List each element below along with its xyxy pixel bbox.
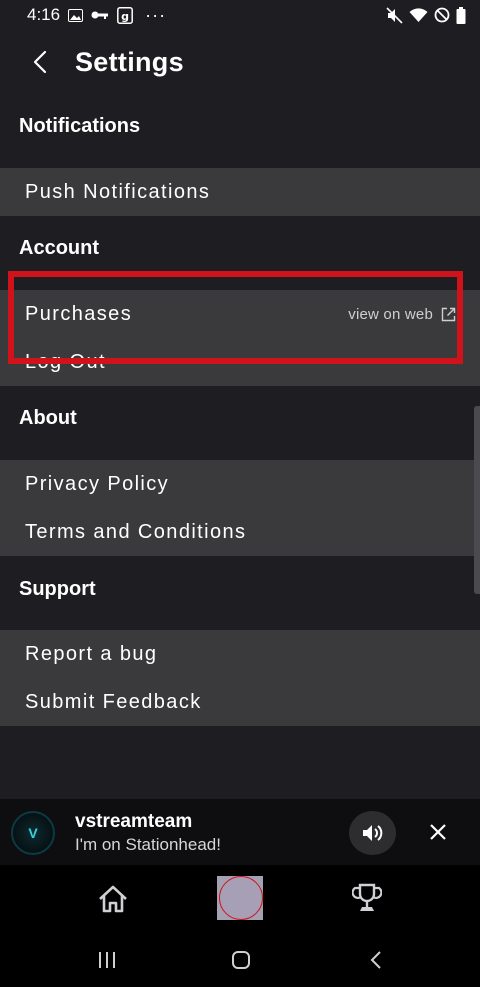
volume-button[interactable] — [349, 811, 396, 855]
battery-icon — [456, 6, 466, 24]
back-arrow-icon — [370, 951, 381, 969]
station-status: I'm on Stationhead! — [75, 835, 221, 854]
now-playing-bar[interactable]: V vstreamteam I'm on Stationhead! — [0, 799, 480, 865]
mute-icon — [386, 6, 403, 24]
avatar-letter: V — [28, 825, 38, 841]
purchases-label: Purchases — [25, 302, 133, 325]
more-notifications-icon: ··· — [145, 4, 167, 25]
view-on-web-label: view on web — [348, 305, 433, 323]
close-icon — [430, 824, 446, 840]
chevron-left-icon — [33, 50, 47, 74]
about-group: Privacy Policy Terms and Conditions — [0, 460, 480, 556]
trophy-icon — [352, 883, 382, 911]
home-square-icon — [232, 951, 250, 969]
recents-button[interactable] — [95, 948, 119, 972]
purchases-row[interactable]: Purchases view on web — [0, 290, 480, 338]
section-title-account: Account — [19, 237, 99, 259]
status-left: 4:16 g ··· — [27, 5, 166, 26]
back-system-button[interactable] — [364, 948, 388, 972]
volume-icon — [362, 825, 382, 841]
gallery-icon — [68, 8, 84, 22]
trophy-tab[interactable] — [350, 880, 384, 916]
support-group: Report a bug Submit Feedback — [0, 630, 480, 726]
avatar[interactable]: V — [11, 811, 55, 855]
status-time: 4:16 — [27, 5, 61, 24]
privacy-policy-row[interactable]: Privacy Policy — [0, 460, 480, 508]
page-title: Settings — [75, 46, 184, 77]
section-title-notifications: Notifications — [19, 115, 141, 137]
blocked-icon — [434, 7, 450, 23]
record-button-icon — [219, 876, 263, 920]
now-playing-texts: vstreamteam I'm on Stationhead! — [75, 811, 221, 857]
status-bar: 4:16 g ··· — [0, 0, 480, 30]
account-group: Purchases view on web Log Out — [0, 290, 480, 386]
report-bug-row[interactable]: Report a bug — [0, 630, 480, 678]
recents-icon — [99, 952, 115, 968]
key-icon — [91, 9, 109, 21]
g-app-icon: g — [117, 6, 134, 24]
submit-feedback-row[interactable]: Submit Feedback — [0, 678, 480, 726]
svg-text:g: g — [121, 10, 129, 23]
wifi-icon — [409, 7, 428, 23]
close-button[interactable] — [425, 819, 451, 845]
status-right — [386, 6, 466, 24]
logout-row[interactable]: Log Out — [0, 338, 480, 386]
home-system-button[interactable] — [229, 948, 253, 972]
back-button[interactable] — [20, 42, 60, 82]
section-title-about: About — [19, 407, 77, 429]
home-icon — [99, 885, 127, 913]
header: Settings — [0, 36, 480, 88]
push-notifications-row[interactable]: Push Notifications — [0, 168, 480, 216]
view-on-web-link[interactable]: view on web — [348, 290, 456, 338]
record-tab[interactable] — [217, 876, 263, 920]
scrollbar[interactable] — [474, 406, 480, 594]
external-link-icon — [441, 307, 456, 321]
section-title-support: Support — [19, 578, 96, 600]
terms-row[interactable]: Terms and Conditions — [0, 508, 480, 556]
home-tab[interactable] — [96, 882, 130, 916]
notifications-group: Push Notifications — [0, 168, 480, 216]
station-name: vstreamteam — [75, 811, 193, 832]
